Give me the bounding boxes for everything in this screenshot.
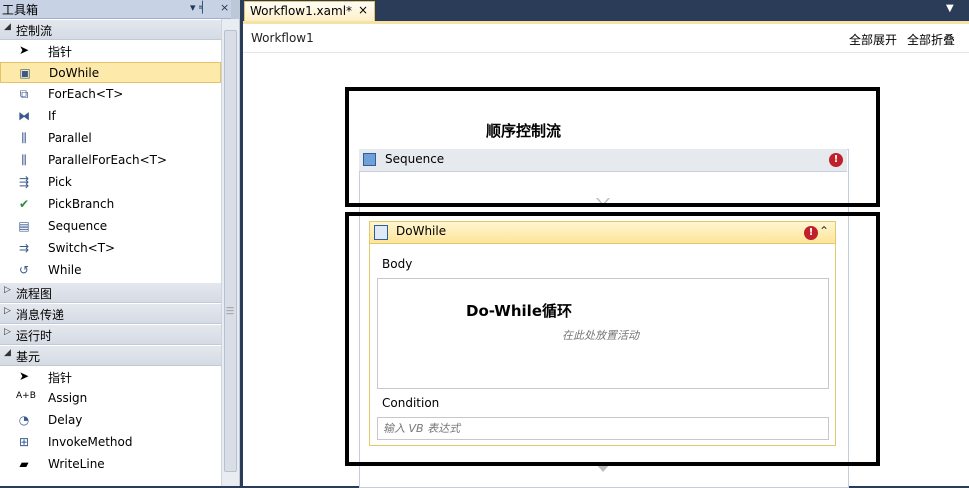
expanded-arrow-icon: ◢: [4, 348, 11, 358]
toolbox-category-flowchart[interactable]: ▷ 流程图: [0, 282, 221, 303]
writeline-icon: ▰: [19, 457, 29, 471]
collapsed-arrow-icon: ▷: [4, 306, 11, 316]
tab-workflow1[interactable]: Workflow1.xaml* ×: [244, 1, 375, 21]
annotation-label-dowhile: Do-While循环: [466, 302, 572, 320]
pointer-icon: ➤: [18, 43, 30, 57]
toolbox-title: 工具箱: [2, 3, 39, 17]
toolbox-category-primitives[interactable]: ◢ 基元: [0, 345, 221, 366]
toolbox-item-delay[interactable]: ◔ Delay: [0, 410, 221, 431]
annotation-label-sequence: 顺序控制流: [486, 122, 562, 140]
clock-icon: ◔: [18, 413, 30, 427]
toolbox-item-assign[interactable]: A+B Assign: [0, 388, 221, 409]
pickbranch-icon: ✔: [18, 197, 30, 211]
toolbox-item-invoke-method[interactable]: ⊞ InvokeMethod: [0, 432, 221, 453]
splitter-grip-icon[interactable]: — — —: [226, 304, 234, 318]
toolbox-category-messaging[interactable]: ▷ 消息传递: [0, 303, 221, 324]
toolbox-item-switch[interactable]: ⇉ Switch<T>: [0, 238, 221, 259]
foreach-icon: ⧉: [19, 87, 29, 101]
toolbox-item-pointer[interactable]: ➤ 指针: [0, 366, 221, 387]
expand-all-button[interactable]: 全部展开: [849, 31, 897, 48]
invoke-method-icon: ⊞: [18, 435, 30, 449]
toolbox-item-while[interactable]: ↺ While: [0, 260, 221, 281]
tab-label: Workflow1.xaml*: [250, 4, 353, 18]
toolbox-category-control-flow[interactable]: ◢ 控制流: [0, 19, 221, 40]
assign-icon: A+B: [16, 391, 36, 401]
parallel-foreach-icon: ⫼: [21, 153, 27, 167]
toolbox-item-pickbranch[interactable]: ✔ PickBranch: [0, 194, 221, 215]
annotation-box-sequence: [345, 87, 880, 207]
toolbox-list: ◢ 控制流 ➤ 指针 ▣ DoWhile ⧉ ForEach<T> ⧓ If ⫼…: [0, 19, 221, 486]
pick-icon: ⇶: [18, 175, 30, 189]
collapsed-arrow-icon: ▷: [4, 327, 11, 337]
toolbox-category-runtime[interactable]: ▷ 运行时: [0, 324, 221, 345]
toolbox-scrollbar-thumb[interactable]: [224, 30, 237, 472]
toolbox-title-bar: 工具箱 ▾ ╡ ×: [0, 0, 231, 19]
sequence-icon: ▤: [18, 219, 30, 233]
toolbox-item-dowhile[interactable]: ▣ DoWhile: [0, 62, 221, 83]
toolbox-item-sequence[interactable]: ▤ Sequence: [0, 216, 221, 237]
toolbox-item-if[interactable]: ⧓ If: [0, 106, 221, 127]
toolbox-close-button[interactable]: ×: [220, 1, 229, 14]
toolbox-item-pointer[interactable]: ➤ 指针: [0, 40, 221, 61]
annotation-box-dowhile: [345, 212, 880, 466]
toolbox-item-parallel[interactable]: ⫼ Parallel: [0, 128, 221, 149]
dowhile-icon: ▣: [19, 66, 31, 80]
switch-icon: ⇉: [18, 241, 30, 255]
toolbox-item-parallel-foreach[interactable]: ⫼ ParallelForEach<T>: [0, 150, 221, 171]
collapsed-arrow-icon: ▷: [4, 285, 11, 295]
parallel-icon: ⫼: [21, 131, 27, 145]
toolbox-pin-button[interactable]: ▾ ╡: [190, 1, 206, 14]
tab-close-icon[interactable]: ×: [358, 3, 368, 17]
expanded-arrow-icon: ◢: [4, 22, 11, 32]
toolbox-item-pick[interactable]: ⇶ Pick: [0, 172, 221, 193]
tab-dropdown-icon[interactable]: ▼: [946, 3, 954, 14]
breadcrumb[interactable]: Workflow1: [251, 31, 314, 45]
if-icon: ⧓: [18, 109, 30, 123]
toolbox-item-foreach[interactable]: ⧉ ForEach<T>: [0, 84, 221, 105]
toolbox-item-writeline[interactable]: ▰ WriteLine: [0, 454, 221, 475]
pointer-icon: ➤: [18, 369, 30, 383]
while-icon: ↺: [18, 263, 30, 277]
collapse-all-button[interactable]: 全部折叠: [907, 31, 955, 48]
